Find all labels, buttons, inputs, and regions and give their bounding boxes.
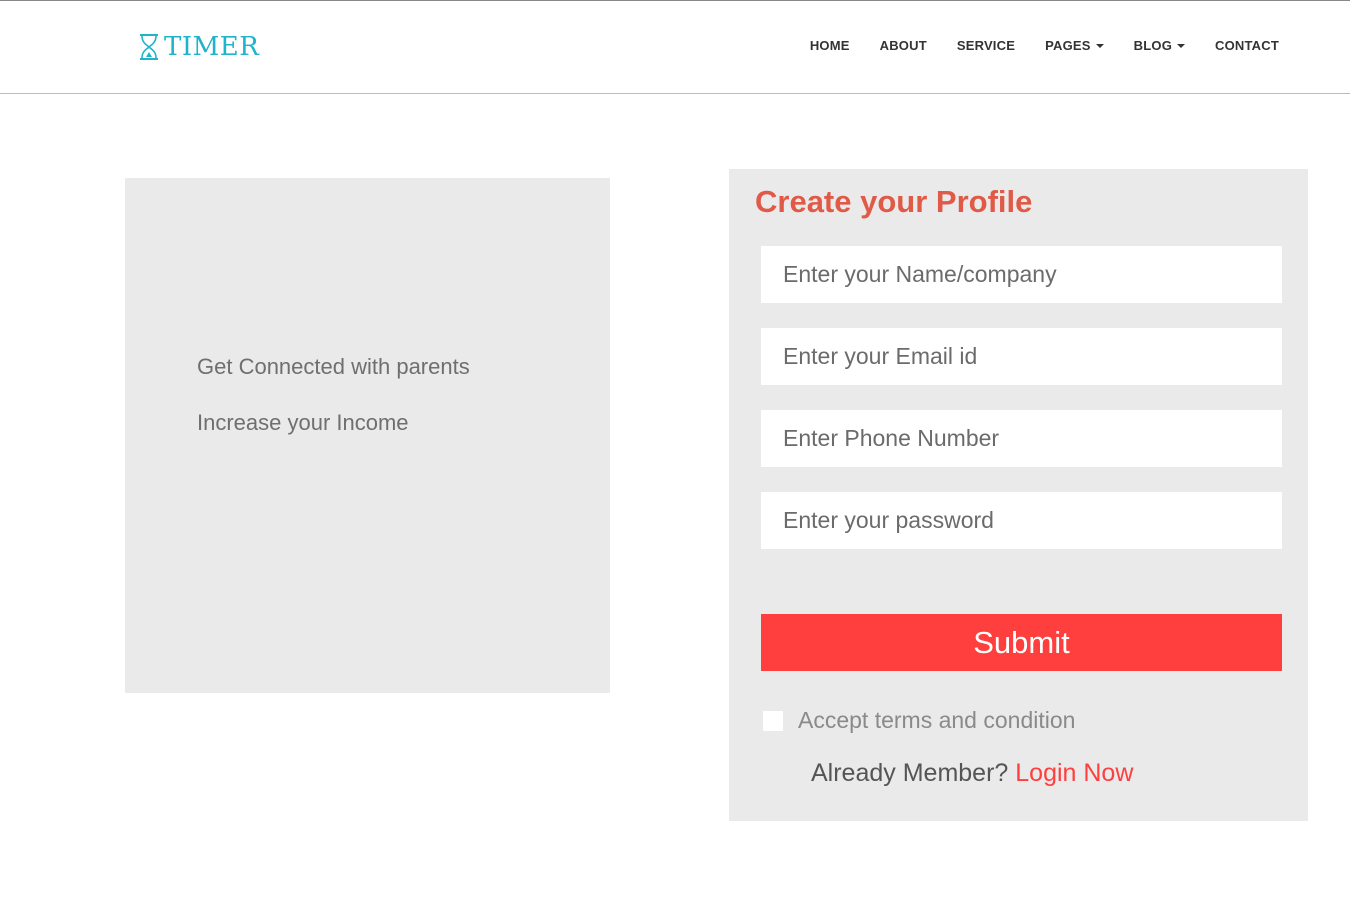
member-label: Already Member? (811, 759, 1009, 787)
name-company-input[interactable] (761, 246, 1282, 303)
feature-item: Increase your Income (197, 410, 409, 435)
site-header: TIMER HOME ABOUT SERVICE PAGES BLOG CONT… (0, 0, 1350, 94)
main-nav: HOME ABOUT SERVICE PAGES BLOG CONTACT (810, 38, 1279, 53)
nav-label: CONTACT (1215, 38, 1279, 53)
nav-item-pages[interactable]: PAGES (1045, 38, 1104, 53)
submit-button[interactable]: Submit (761, 614, 1282, 671)
terms-row[interactable]: Accept terms and condition (763, 707, 1075, 734)
terms-label: Accept terms and condition (798, 707, 1076, 733)
nav-label: HOME (809, 38, 850, 53)
email-input[interactable] (761, 328, 1282, 385)
nav-item-blog[interactable]: BLOG (1133, 38, 1186, 53)
caret-down-icon (1177, 43, 1186, 48)
nav-item-service[interactable]: SERVICE (957, 38, 1015, 53)
nav-label: BLOG (1133, 38, 1173, 53)
phone-input[interactable] (761, 410, 1282, 467)
nav-item-home[interactable]: HOME (810, 38, 850, 53)
nav-label: PAGES (1045, 38, 1091, 53)
caret-down-icon (1095, 43, 1104, 48)
login-link[interactable]: Login Now (1015, 759, 1133, 787)
member-prompt: Already Member? Login Now (811, 759, 1133, 788)
hourglass-icon (138, 33, 160, 61)
feature-item: Get Connected with parents (197, 354, 470, 379)
nav-item-contact[interactable]: CONTACT (1215, 38, 1279, 53)
password-input[interactable] (761, 492, 1282, 549)
nav-item-about[interactable]: ABOUT (880, 38, 927, 53)
features-panel: Get Connected with parents Increase your… (125, 178, 610, 693)
nav-label: SERVICE (956, 38, 1016, 53)
nav-label: ABOUT (879, 38, 927, 53)
signup-form-panel: Create your Profile Submit Accept terms … (729, 169, 1308, 821)
brand-logo[interactable]: TIMER (138, 33, 259, 61)
brand-name: TIMER (164, 32, 260, 62)
terms-checkbox[interactable] (763, 710, 783, 731)
form-title: Create your Profile (755, 184, 1033, 219)
